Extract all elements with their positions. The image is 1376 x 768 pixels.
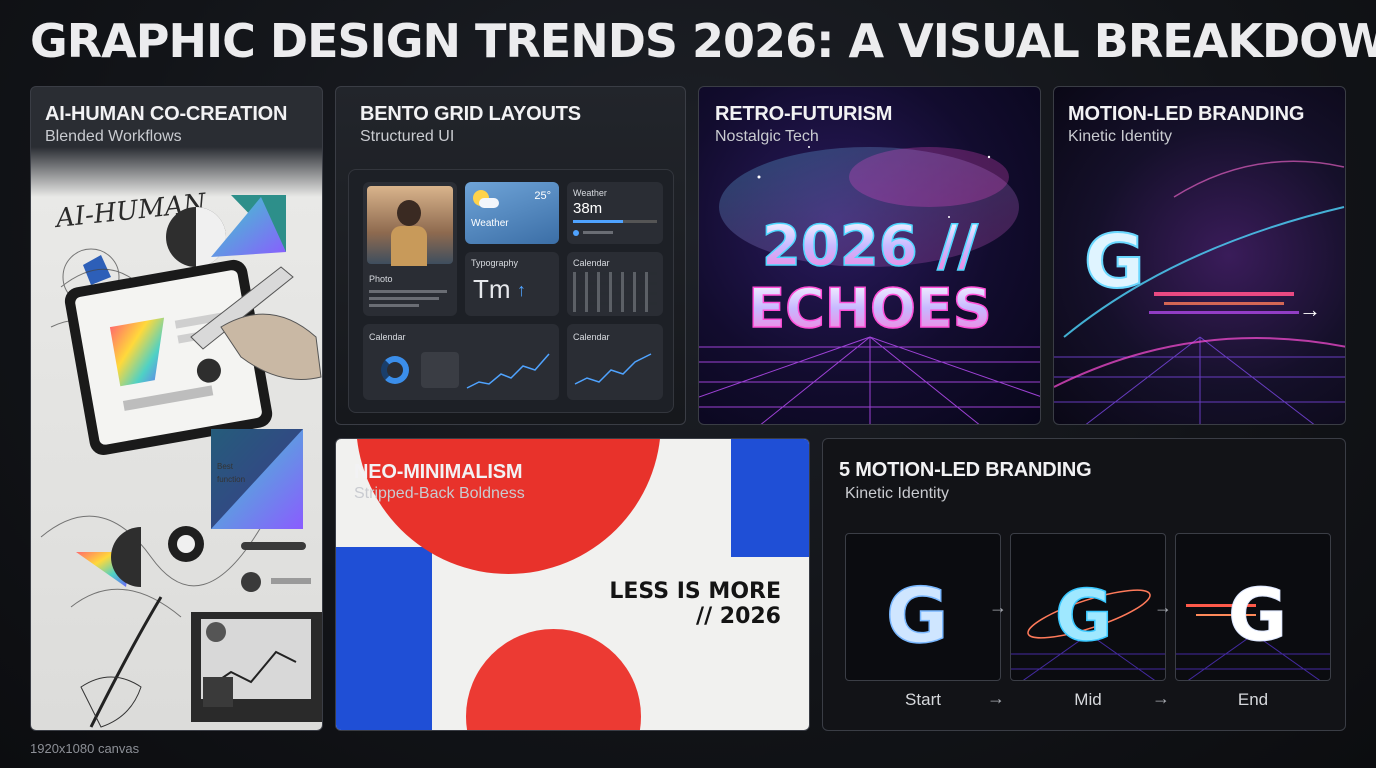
panel-title: AI-HUMAN CO-CREATION <box>45 103 288 125</box>
line-chart <box>574 353 652 385</box>
brand-logo-icon: G <box>1084 219 1145 305</box>
tile-label: Calendar <box>369 332 406 342</box>
tile-label: Weather <box>471 218 509 229</box>
panel-subtitle: Blended Workflows <box>45 128 182 145</box>
calendar-wide-tile[interactable]: Calendar <box>363 324 559 400</box>
arrow-right-icon: → <box>1299 297 1321 322</box>
retro-hero-line2: ECHOES <box>748 277 991 340</box>
panel-subtitle: Structured UI <box>360 128 455 145</box>
brand-logo-icon: G <box>1176 573 1330 680</box>
svg-text:Best: Best <box>217 462 234 471</box>
donut-chart <box>381 356 409 384</box>
svg-text:G: G <box>1055 575 1112 657</box>
type-sample: Tm <box>473 274 511 304</box>
arrow-right-icon: → <box>989 597 1007 617</box>
svg-text:G: G <box>886 571 948 660</box>
tile-label: Photo <box>369 274 393 284</box>
progress-bar <box>573 220 657 223</box>
photo-tile[interactable]: Photo <box>363 182 457 316</box>
weather-tile[interactable]: 25° Weather <box>465 182 559 244</box>
bento-panel: BENTO GRID LAYOUTS Structured UI Photo 2… <box>335 86 686 425</box>
svg-text:function: function <box>217 475 245 484</box>
frame-label-start: Start <box>905 690 941 709</box>
portrait-image <box>367 186 453 266</box>
arrow-up-icon: ↑ <box>517 280 526 300</box>
motion-frame-start: G <box>845 533 1001 681</box>
weather-temp: 25° <box>534 190 551 202</box>
panel-subtitle: Nostalgic Tech <box>715 128 819 145</box>
panel-title: BENTO GRID LAYOUTS <box>360 103 581 125</box>
arrow-right-icon: → <box>1152 688 1170 708</box>
panel-subtitle: Stripped-Back Boldness <box>354 485 525 502</box>
panel-title: RETRO-FUTURISM <box>715 103 893 125</box>
calendar-tile[interactable]: Calendar <box>567 252 663 316</box>
neo-red-circle-bottom <box>466 629 641 730</box>
panel-title: MOTION-LED BRANDING <box>1068 103 1305 125</box>
motion-sequence-panel: 5 MOTION-LED BRANDING Kinetic Identity G… <box>822 438 1346 731</box>
neo-tagline-line2: // 2026 <box>696 604 781 629</box>
motion-frame-mid: G <box>1010 533 1166 681</box>
tile-label: Weather <box>573 188 607 198</box>
weather-stats-tile[interactable]: Weather 38m <box>567 182 663 244</box>
neo-blue-block-left <box>336 547 432 730</box>
arrow-right-icon: → <box>987 688 1005 708</box>
retro-futurism-panel: RETRO-FUTURISM Nostalgic Tech 2026 // EC… <box>698 86 1041 425</box>
canvas-size-label: 1920x1080 canvas <box>30 741 140 756</box>
tile-label: Calendar <box>573 258 610 268</box>
calendar-chart-tile[interactable]: Calendar <box>567 324 663 400</box>
arrow-right-icon: → <box>1154 597 1172 617</box>
panel-subtitle: Kinetic Identity <box>1068 128 1173 145</box>
neo-blue-block-top <box>731 439 809 557</box>
frame-label-mid: Mid <box>1074 690 1102 709</box>
tile-label: Typography <box>471 258 519 268</box>
brand-logo-icon: G <box>1011 574 1165 680</box>
motion-frame-end: G <box>1175 533 1331 681</box>
brand-logo-icon: G <box>885 570 949 661</box>
frame-label-end: End <box>1237 690 1269 709</box>
calendar-grid <box>573 272 657 312</box>
line-chart <box>466 353 550 389</box>
neo-tagline-line1: LESS IS MORE <box>609 579 781 604</box>
bento-grid: Photo 25° Weather Weather 38m Typography… <box>348 169 674 413</box>
panel-title: NEO-MINIMALISM <box>354 461 523 483</box>
motion-branding-panel: MOTION-LED BRANDING Kinetic Identity → G <box>1053 86 1346 425</box>
panel-title: 5 MOTION-LED BRANDING <box>839 459 1092 481</box>
tile-label: Calendar <box>573 332 610 342</box>
panel-subtitle: Kinetic Identity <box>845 485 950 502</box>
retro-hero-line1: 2026 // <box>762 214 979 279</box>
ai-human-panel: AI-HUMAN CO-CREATION Blended Workflows A… <box>30 86 323 731</box>
neo-minimalism-panel: NEO-MINIMALISM Stripped-Back Boldness LE… <box>335 438 810 731</box>
page-title: GRAPHIC DESIGN TRENDS 2026: A VISUAL BRE… <box>30 14 1376 68</box>
typography-tile[interactable]: Typography Tm ↑ <box>465 252 559 316</box>
svg-text:G: G <box>1228 573 1287 657</box>
ai-human-illustration: AI-HUMAN Best function <box>40 188 322 728</box>
weather-value: 38m <box>573 200 603 217</box>
